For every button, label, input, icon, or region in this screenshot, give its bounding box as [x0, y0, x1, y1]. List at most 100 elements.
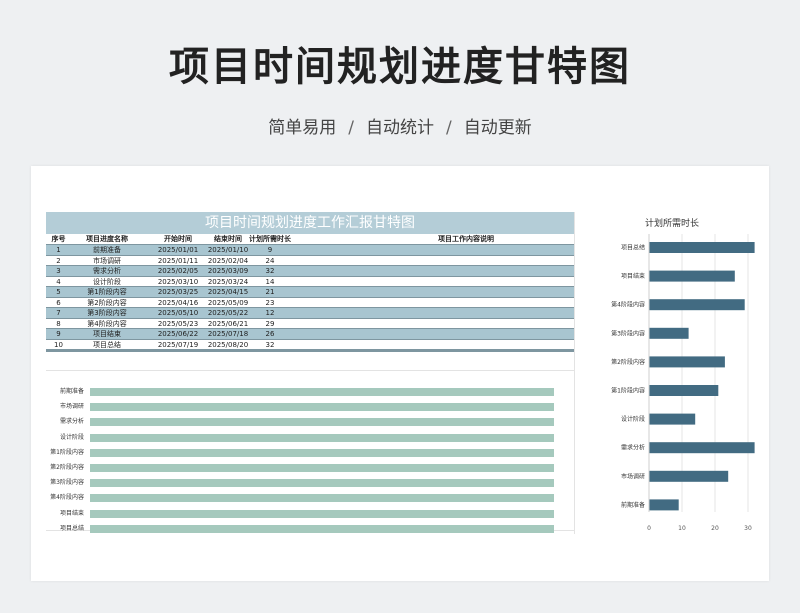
gantt-bar: [90, 433, 554, 442]
header-duration: 计划所需时长: [249, 235, 291, 243]
gantt-bar: [90, 524, 554, 533]
duration-bar: [649, 385, 719, 396]
duration-bar: [649, 327, 689, 339]
gantt-row: 前期准备: [46, 386, 574, 398]
gantt-bar: [90, 418, 554, 427]
table-row: 9 项目结束 2025/06/22 2025/07/18 26: [46, 329, 574, 340]
gantt-bar: [90, 448, 554, 457]
gantt-label: 设计阶段: [59, 433, 84, 441]
cell-name: 设计阶段: [93, 277, 121, 286]
section-divider: [46, 370, 574, 371]
cell-name: 第3阶段内容: [87, 309, 127, 317]
duration-bar-chart: 计划所需时长010203040项目总结项目结束第4阶段内容第3阶段内容第2阶段内…: [611, 217, 755, 532]
header-index: 序号: [51, 235, 66, 243]
cell-start: 2025/05/10: [157, 309, 199, 317]
separator: /: [446, 118, 452, 138]
gantt-bar: [90, 464, 554, 472]
cell-name: 项目结束: [93, 330, 121, 338]
cell-index: 10: [54, 340, 63, 349]
y-tick-label: 第4阶段内容: [611, 301, 645, 309]
cell-start: 2025/05/23: [157, 319, 199, 328]
duration-bar: [649, 413, 696, 425]
duration-bar: [649, 499, 679, 511]
table-row: 4 设计阶段 2025/03/10 2025/03/24 14: [46, 277, 574, 287]
cell-name: 项目总结: [93, 340, 121, 349]
gantt-row: 市场调研: [46, 401, 574, 413]
cell-index: 5: [56, 288, 61, 296]
cell-duration: 21: [265, 288, 275, 296]
table-row: 2 市场调研 2025/01/11 2025/02/04 24: [46, 256, 574, 266]
header-name: 项目进度名称: [86, 235, 128, 243]
gantt-label: 项目总结: [59, 524, 84, 532]
feature-auto-stats: 自动统计: [366, 118, 434, 138]
duration-bar: [649, 242, 755, 253]
y-tick-label: 市场调研: [621, 472, 645, 480]
table-title: 项目时间规划进度工作汇报甘特图: [46, 212, 574, 234]
y-tick-label: 第2阶段内容: [611, 358, 645, 366]
cell-name: 市场调研: [93, 256, 121, 265]
gantt-label: 第4阶段内容: [50, 494, 84, 502]
table-row: 3 需求分析 2025/02/05 2025/03/09 32: [46, 266, 574, 277]
cell-start: 2025/06/22: [157, 330, 199, 338]
cell-name: 第4阶段内容: [87, 319, 127, 328]
duration-bar: [649, 470, 729, 482]
cell-name: 前期准备: [93, 246, 121, 254]
gantt-bar: [90, 494, 554, 503]
gantt-label: 第3阶段内容: [50, 479, 84, 487]
duration-bar: [649, 442, 755, 454]
cell-start: 2025/03/10: [157, 277, 199, 286]
cell-duration: 14: [265, 277, 275, 286]
x-tick-label: 0: [647, 525, 651, 532]
gantt-row: 第1阶段内容: [46, 447, 574, 459]
cell-index: 1: [56, 246, 61, 254]
feature-auto-update: 自动更新: [463, 118, 532, 138]
chart-title: 计划所需时长: [645, 217, 699, 229]
cell-start: 2025/07/19: [157, 340, 199, 349]
table-header: 序号 项目进度名称 开始时间 结束时间 计划所需时长 项目工作内容说明: [46, 234, 574, 245]
spreadsheet-preview: 项目时间规划进度工作汇报甘特图 序号 项目进度名称 开始时间 结束时间 计划所需…: [31, 166, 769, 581]
header-start: 开始时间: [164, 235, 192, 243]
cell-duration: 23: [265, 298, 275, 307]
y-tick-label: 设计阶段: [621, 415, 645, 423]
table-row: 7 第3阶段内容 2025/05/10 2025/05/22 12: [46, 308, 574, 319]
duration-bar: [649, 356, 725, 368]
x-tick-label: 10: [678, 525, 686, 532]
gantt-row: 第4阶段内容: [46, 492, 574, 504]
x-tick-label: 20: [711, 525, 719, 532]
cell-duration: 24: [265, 256, 275, 265]
gantt-row: 第2阶段内容: [46, 462, 574, 474]
cell-index: 7: [56, 309, 61, 317]
duration-bar: [649, 299, 745, 311]
gantt-label: 市场调研: [59, 403, 84, 411]
cell-duration: 12: [265, 309, 275, 317]
gantt-label: 前期准备: [59, 388, 84, 395]
gantt-label: 需求分析: [59, 418, 84, 426]
table-row: 8 第4阶段内容 2025/05/23 2025/06/21 29: [46, 319, 574, 329]
feature-subtitle: 简单易用 / 自动统计 / 自动更新: [0, 113, 800, 138]
y-tick-label: 项目总结: [621, 244, 645, 252]
gantt-row: 第3阶段内容: [46, 477, 574, 489]
cell-index: 4: [56, 277, 61, 286]
cell-start: 2025/03/25: [157, 288, 199, 296]
gantt-row: 需求分析: [46, 416, 574, 428]
separator: /: [348, 118, 354, 138]
table-row: 6 第2阶段内容 2025/04/16 2025/05/09 23: [46, 298, 574, 308]
duration-bar: [649, 270, 735, 282]
table-bottom-border: [46, 350, 574, 352]
schedule-table: 项目时间规划进度工作汇报甘特图 序号 项目进度名称 开始时间 结束时间 计划所需…: [46, 212, 574, 352]
cell-start: 2025/01/11: [157, 256, 199, 265]
cell-index: 2: [56, 256, 61, 265]
cell-start: 2025/04/16: [157, 298, 199, 307]
gantt-chart: 前期准备市场调研需求分析设计阶段第1阶段内容 第2阶段内容第3阶段内容 第4阶段内容…: [46, 386, 574, 533]
table-body: 1 前期准备 2025/01/01 2025/01/10 9 2 市场调研 2025/01/1…: [46, 245, 574, 350]
cell-index: 6: [56, 298, 61, 307]
cell-name: 第1阶段内容: [87, 288, 127, 296]
table-row: 5 第1阶段内容 2025/03/25 2025/04/15 21: [46, 287, 574, 298]
gantt-bar: [90, 479, 554, 488]
cell-start: 2025/01/01: [157, 246, 199, 254]
cell-duration: 29: [265, 319, 275, 328]
y-tick-label: 项目结束: [621, 272, 645, 280]
y-tick-label: 第1阶段内容: [611, 387, 645, 395]
gantt-row: 设计阶段: [46, 432, 574, 444]
y-tick-label: 前期准备: [621, 501, 645, 509]
